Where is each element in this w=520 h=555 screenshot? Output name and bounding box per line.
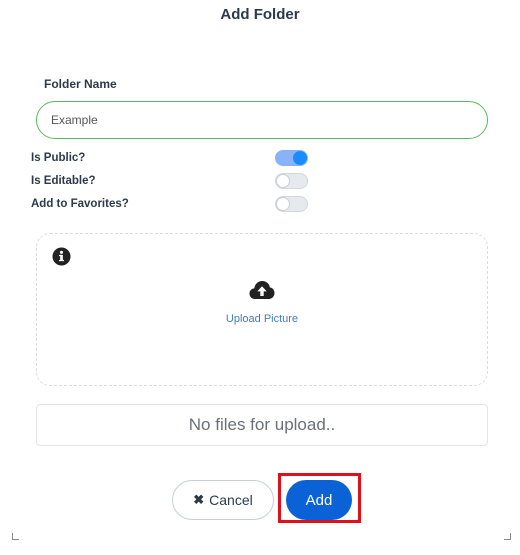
dialog-title: Add Folder bbox=[220, 6, 300, 23]
cancel-button-label: Cancel bbox=[209, 492, 253, 508]
toggle-knob bbox=[276, 197, 290, 211]
is-public-toggle[interactable] bbox=[275, 150, 308, 166]
resize-corner-left bbox=[12, 533, 19, 540]
is-editable-label: Is Editable? bbox=[31, 175, 96, 187]
toggle-row-favorites: Add to Favorites? bbox=[31, 196, 321, 214]
is-editable-toggle[interactable] bbox=[275, 173, 308, 189]
no-files-message: No files for upload.. bbox=[36, 404, 488, 446]
cancel-button[interactable]: ✖ Cancel bbox=[172, 480, 274, 520]
upload-picture-link[interactable]: Upload Picture bbox=[37, 313, 487, 325]
upload-dropzone[interactable]: Upload Picture bbox=[36, 233, 488, 386]
cloud-upload-icon bbox=[249, 281, 275, 299]
is-public-label: Is Public? bbox=[31, 152, 86, 164]
add-to-favorites-label: Add to Favorites? bbox=[31, 198, 129, 210]
resize-corner-right bbox=[504, 533, 511, 540]
toggle-knob bbox=[276, 174, 290, 188]
folder-name-label: Folder Name bbox=[44, 77, 117, 91]
add-to-favorites-toggle[interactable] bbox=[275, 196, 308, 212]
toggle-knob bbox=[293, 151, 307, 165]
toggle-row-public: Is Public? bbox=[31, 150, 321, 168]
toggle-row-editable: Is Editable? bbox=[31, 173, 321, 191]
info-circle-icon[interactable] bbox=[52, 247, 71, 266]
times-icon: ✖ bbox=[193, 492, 205, 507]
add-button[interactable]: Add bbox=[286, 480, 352, 520]
folder-name-input[interactable] bbox=[36, 101, 488, 139]
